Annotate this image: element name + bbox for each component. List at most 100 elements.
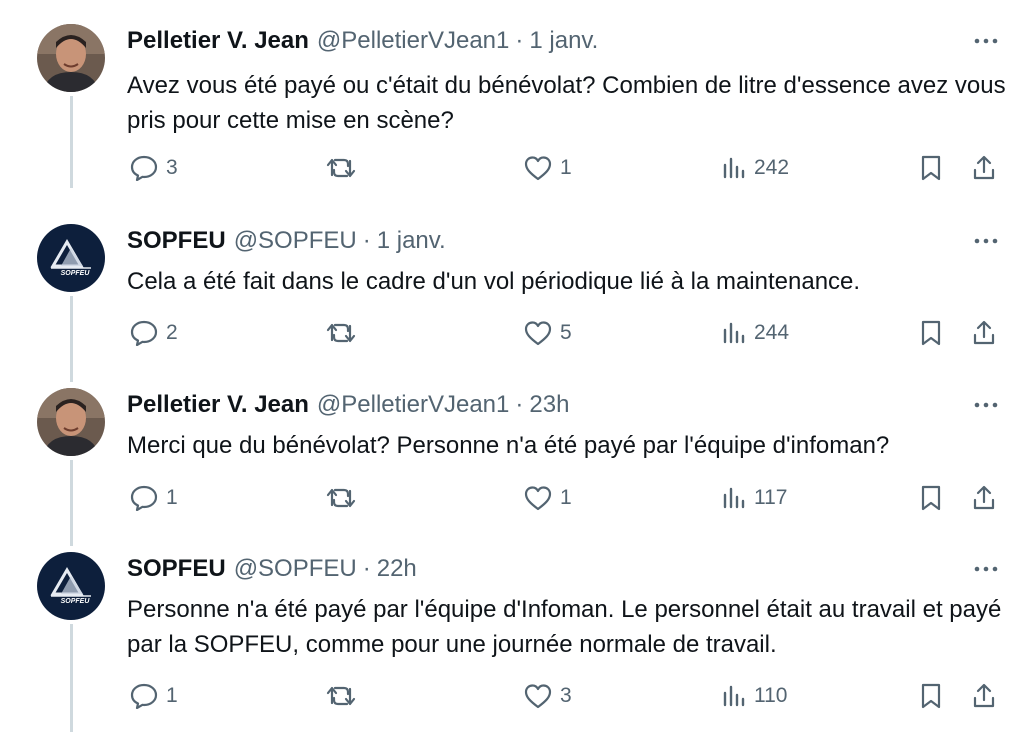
retweet-button[interactable] <box>326 148 364 188</box>
timestamp[interactable]: 1 janv. <box>377 227 446 255</box>
tweet-header: SOPFEU @SOPFEU · 22h <box>127 552 417 586</box>
sopfeu-logo-icon: SOPFEU <box>37 224 105 292</box>
tweet-header: Pelletier V. Jean @PelletierVJean1 · 1 j… <box>127 24 598 58</box>
like-count: 1 <box>560 156 572 179</box>
tweet-header: Pelletier V. Jean @PelletierVJean1 · 23h <box>127 388 569 422</box>
reply-button[interactable]: 3 <box>130 148 178 188</box>
timestamp[interactable]: 1 janv. <box>529 27 598 55</box>
display-name[interactable]: Pelletier V. Jean <box>127 27 309 55</box>
retweet-icon <box>326 488 356 508</box>
views-button[interactable]: 110 <box>722 676 787 716</box>
tweet-text: Merci que du bénévolat? Personne n'a été… <box>127 432 890 459</box>
like-button[interactable]: 1 <box>524 478 572 518</box>
like-count: 3 <box>560 684 572 707</box>
reply-icon <box>130 155 158 181</box>
action-bar: 1 3 110 <box>0 676 1022 716</box>
retweet-button[interactable] <box>326 676 364 716</box>
heart-icon <box>524 321 552 346</box>
like-button[interactable]: 5 <box>524 313 572 353</box>
reply-count: 1 <box>166 486 178 509</box>
views-button[interactable]: 242 <box>722 148 789 188</box>
share-button[interactable] <box>972 313 996 353</box>
bookmark-icon <box>921 485 941 511</box>
tweet-header: SOPFEU @SOPFEU · 1 janv. <box>127 224 446 258</box>
separator-dot: · <box>362 227 371 254</box>
reply-count: 2 <box>166 321 178 344</box>
user-handle[interactable]: @SOPFEU <box>234 227 357 255</box>
views-icon <box>723 487 745 509</box>
share-button[interactable] <box>972 478 996 518</box>
user-handle[interactable]: @PelletierVJean1 <box>317 27 509 55</box>
views-count: 110 <box>754 684 788 707</box>
timestamp[interactable]: 22h <box>377 555 417 583</box>
bookmark-icon <box>921 683 941 709</box>
logo-text: SOPFEU <box>61 598 91 605</box>
views-button[interactable]: 117 <box>722 478 787 518</box>
heart-icon <box>524 156 552 181</box>
retweet-icon <box>326 158 356 178</box>
bookmark-button[interactable] <box>920 676 942 716</box>
heart-icon <box>524 486 552 511</box>
bookmark-button[interactable] <box>920 478 942 518</box>
reply-button[interactable]: 1 <box>130 478 178 518</box>
avatar[interactable]: SOPFEU <box>37 552 105 620</box>
retweet-button[interactable] <box>326 313 364 353</box>
tweet[interactable]: SOPFEU SOPFEU @SOPFEU · 1 janv. Cela a é… <box>0 224 1022 388</box>
reply-count: 3 <box>166 156 178 179</box>
sopfeu-logo-icon: SOPFEU <box>37 552 105 620</box>
heart-icon <box>524 684 552 709</box>
tweet[interactable]: Pelletier V. Jean @PelletierVJean1 · 1 j… <box>0 24 1022 200</box>
bookmark-button[interactable] <box>920 148 942 188</box>
share-icon <box>973 485 995 510</box>
share-icon <box>973 320 995 345</box>
more-options-icon[interactable] <box>968 554 1004 584</box>
person-avatar-image <box>37 24 105 92</box>
tweet-text: Cela a été fait dans le cadre d'un vol p… <box>127 268 861 295</box>
avatar[interactable]: SOPFEU <box>37 224 105 292</box>
bookmark-icon <box>921 155 941 181</box>
more-options-icon[interactable] <box>968 226 1004 256</box>
views-icon <box>723 322 745 344</box>
more-options-icon[interactable] <box>968 26 1004 56</box>
tweet[interactable]: SOPFEU SOPFEU @SOPFEU · 22h Personne n'a… <box>0 552 1022 732</box>
views-button[interactable]: 244 <box>722 313 789 353</box>
reply-button[interactable]: 1 <box>130 676 178 716</box>
share-button[interactable] <box>972 148 996 188</box>
views-icon <box>723 157 745 179</box>
reply-count: 1 <box>166 684 178 707</box>
views-icon <box>723 685 745 707</box>
reply-icon <box>130 683 158 709</box>
retweet-icon <box>326 323 356 343</box>
reply-icon <box>130 485 158 511</box>
separator-dot: · <box>515 391 524 418</box>
views-count: 244 <box>754 321 790 344</box>
like-button[interactable]: 3 <box>524 676 572 716</box>
person-avatar-image <box>37 388 105 456</box>
views-count: 117 <box>754 486 788 509</box>
avatar[interactable] <box>37 24 105 92</box>
avatar[interactable] <box>37 388 105 456</box>
reply-icon <box>130 320 158 346</box>
share-icon <box>973 155 995 180</box>
display-name[interactable]: SOPFEU <box>127 555 226 583</box>
like-count: 5 <box>560 321 572 344</box>
separator-dot: · <box>515 27 524 54</box>
display-name[interactable]: Pelletier V. Jean <box>127 391 309 419</box>
reply-button[interactable]: 2 <box>130 313 178 353</box>
bookmark-button[interactable] <box>920 313 942 353</box>
tweet-text: Personne n'a été payé par l'équipe d'Inf… <box>127 596 1002 658</box>
share-button[interactable] <box>972 676 996 716</box>
retweet-button[interactable] <box>326 478 364 518</box>
user-handle[interactable]: @SOPFEU <box>234 555 357 583</box>
more-options-icon[interactable] <box>968 390 1004 420</box>
action-bar: 3 1 242 <box>0 148 1022 188</box>
like-button[interactable]: 1 <box>524 148 572 188</box>
user-handle[interactable]: @PelletierVJean1 <box>317 391 509 419</box>
action-bar: 2 5 244 <box>0 313 1022 353</box>
action-bar: 1 1 117 <box>0 478 1022 518</box>
views-count: 242 <box>754 156 790 179</box>
display-name[interactable]: SOPFEU <box>127 227 226 255</box>
tweet[interactable]: Pelletier V. Jean @PelletierVJean1 · 23h… <box>0 388 1022 552</box>
timestamp[interactable]: 23h <box>529 391 569 419</box>
tweet-text: Avez vous été payé ou c'était du bénévol… <box>127 72 1006 134</box>
